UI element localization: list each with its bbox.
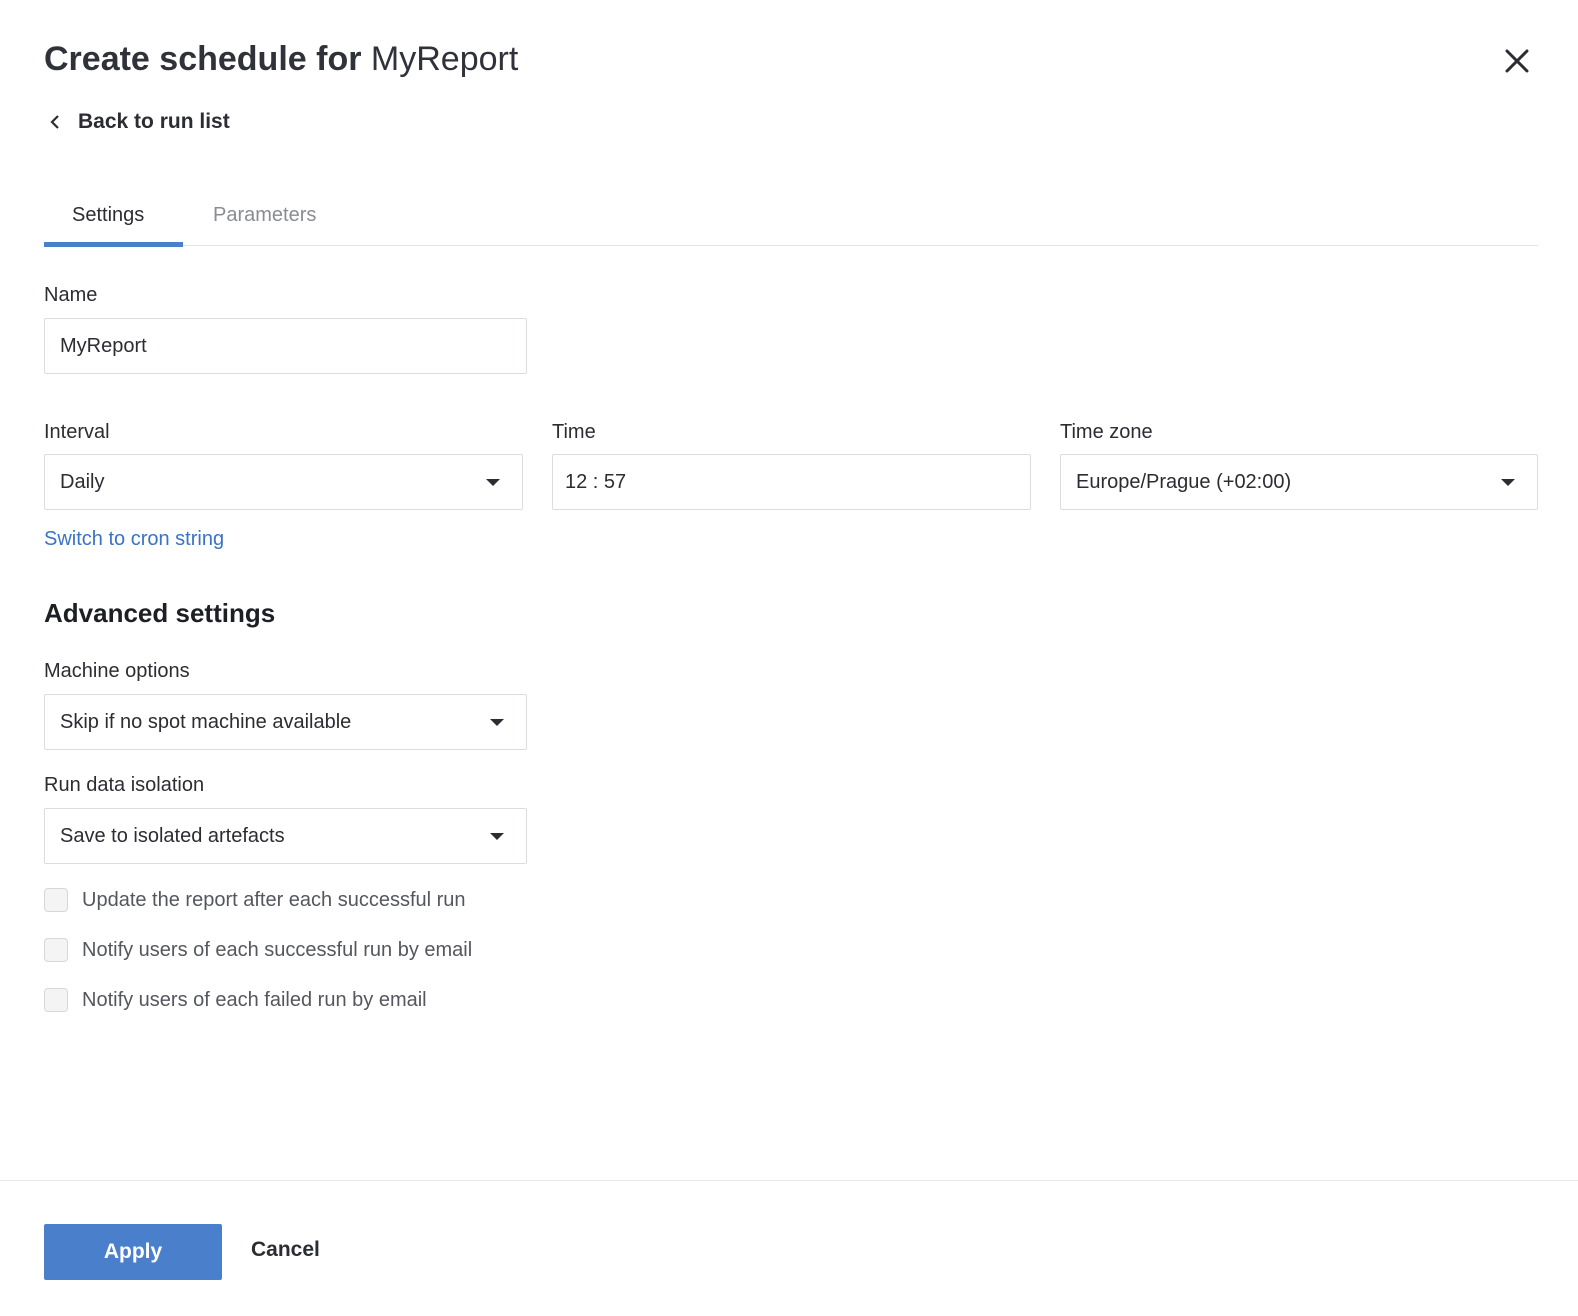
run-data-isolation-select[interactable]: Save to isolated artefacts [44, 808, 527, 864]
time-label: Time [552, 421, 596, 443]
timezone-value: Europe/Prague (+02:00) [1076, 470, 1292, 493]
run-data-isolation-value: Save to isolated artefacts [60, 824, 285, 847]
back-label: Back to run list [78, 110, 230, 133]
checkbox-box[interactable] [44, 988, 68, 1012]
active-tab-indicator [44, 242, 183, 247]
timezone-label: Time zone [1060, 421, 1153, 443]
run-data-isolation-label: Run data isolation [44, 774, 205, 796]
checkbox-box[interactable] [44, 938, 68, 962]
checkbox-update-report[interactable]: Update the report after each successful … [44, 888, 466, 912]
checkbox-notify-success[interactable]: Notify users of each successful run by e… [44, 938, 472, 962]
name-label: Name [44, 284, 98, 306]
name-input[interactable]: MyReport [44, 318, 527, 374]
checkbox-notify-failed[interactable]: Notify users of each failed run by email [44, 988, 427, 1012]
caret-down-icon [490, 833, 504, 840]
switch-to-cron-link[interactable]: Switch to cron string [44, 528, 224, 551]
title-prefix: Create schedule for [44, 40, 362, 78]
time-input[interactable]: 12 : 57 [552, 454, 1031, 510]
checkbox-label: Notify users of each failed run by email [82, 988, 427, 1011]
close-button[interactable] [1500, 44, 1534, 78]
interval-value: Daily [60, 470, 105, 493]
title-report-name: MyReport [370, 40, 519, 78]
close-icon [1505, 49, 1529, 73]
machine-options-value: Skip if no spot machine available [60, 710, 352, 733]
machine-options-select[interactable]: Skip if no spot machine available [44, 694, 527, 750]
timezone-select[interactable]: Europe/Prague (+02:00) [1060, 454, 1538, 510]
tab-settings[interactable]: Settings [72, 204, 144, 227]
checkbox-label: Notify users of each successful run by e… [82, 938, 473, 961]
dialog-title: Create schedule for MyReport [44, 40, 518, 79]
chevron-left-icon [50, 115, 59, 129]
footer-divider [0, 1180, 1578, 1181]
tab-bar: Settings Parameters [44, 190, 1538, 247]
apply-button[interactable]: Apply [44, 1224, 222, 1280]
interval-select[interactable]: Daily [44, 454, 523, 510]
back-to-run-list-link[interactable]: Back to run list [48, 110, 230, 134]
checkbox-label: Update the report after each successful … [82, 888, 466, 911]
machine-options-label: Machine options [44, 660, 190, 682]
checkbox-box[interactable] [44, 888, 68, 912]
caret-down-icon [1501, 479, 1515, 486]
caret-down-icon [486, 479, 500, 486]
tab-parameters[interactable]: Parameters [213, 204, 316, 227]
advanced-settings-heading: Advanced settings [44, 598, 276, 628]
interval-label: Interval [44, 421, 110, 443]
caret-down-icon [490, 719, 504, 726]
cancel-button[interactable]: Cancel [251, 1238, 320, 1262]
